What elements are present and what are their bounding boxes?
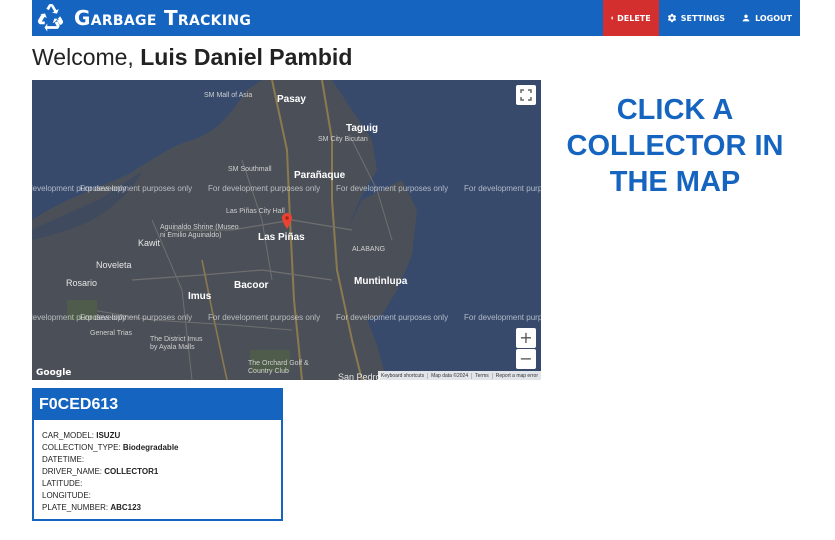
- map-label-bacoor: Bacoor: [234, 280, 269, 291]
- terms-link[interactable]: Terms: [471, 372, 492, 379]
- dev-watermark: For development purposes only: [464, 313, 541, 322]
- map-label-district-imus: The District Imus by Ayala Malls: [150, 336, 203, 351]
- field-key: PLATE_NUMBER:: [42, 503, 109, 512]
- field-longitude: LONGITUDE:: [42, 490, 281, 502]
- fullscreen-icon: [520, 89, 532, 101]
- field-plate-number: PLATE_NUMBER: ABC123: [42, 502, 281, 514]
- map-label-general-trias: General Trias: [90, 330, 133, 337]
- field-value: ISUZU: [96, 431, 121, 440]
- map-label-sm-southmall: SM Southmall: [228, 166, 272, 173]
- field-value: COLLECTOR1: [104, 467, 159, 476]
- dev-watermark: For development purposes only: [80, 313, 193, 322]
- map-label-noveleta: Noveleta: [96, 260, 132, 270]
- map-label-las-pinas: Las Piñas: [258, 232, 305, 243]
- brand[interactable]: Garbage Tracking: [36, 3, 251, 33]
- field-key: DRIVER_NAME:: [42, 467, 103, 476]
- delete-button[interactable]: DELETE: [602, 0, 659, 36]
- map-label-rosario: Rosario: [66, 278, 98, 288]
- map-label-orchard: The Orchard Golf & Country Club: [248, 360, 309, 375]
- dev-watermark: For development purposes only: [464, 184, 541, 193]
- welcome-prefix: Welcome,: [32, 44, 134, 70]
- collector-map[interactable]: For development purposes only For develo…: [32, 80, 541, 380]
- zoom-in-button[interactable]: +: [516, 328, 536, 348]
- recycle-icon: [37, 4, 64, 32]
- map-label-aguinaldo: Aguinaldo Shrine (Museo ni Emilio Aguina…: [160, 224, 239, 239]
- logout-button[interactable]: LOGOUT: [733, 0, 800, 36]
- map-label-imus: Imus: [188, 291, 212, 302]
- logout-label: LOGOUT: [755, 13, 792, 23]
- keyboard-shortcuts-link[interactable]: Keyboard shortcuts: [378, 373, 427, 379]
- welcome-heading: Welcome, Luis Daniel Pambid: [32, 44, 352, 71]
- map-pin-icon[interactable]: [282, 213, 292, 229]
- delete-label: DELETE: [617, 13, 651, 23]
- map-label-sm-mall: SM Mall of Asia: [204, 92, 253, 99]
- settings-label: SETTINGS: [680, 13, 726, 23]
- settings-button[interactable]: SETTINGS: [659, 0, 733, 36]
- dev-watermark: For development purposes only: [336, 313, 449, 322]
- zoom-out-button[interactable]: −: [516, 349, 536, 369]
- field-collection-type: COLLECTION_TYPE: Biodegradable: [42, 442, 281, 454]
- map-data-text: Map data ©2024: [427, 372, 471, 379]
- field-key: LONGITUDE:: [42, 491, 91, 500]
- field-value: Biodegradable: [122, 443, 179, 452]
- dev-watermark: For development purposes only: [208, 184, 321, 193]
- select-collector-prompt: CLICK A COLLECTOR IN THE MAP: [566, 94, 784, 198]
- report-error-link[interactable]: Report a map error: [491, 372, 541, 379]
- nav-actions: DELETE SETTINGS LOGOUT: [602, 0, 800, 36]
- person-icon: [742, 14, 750, 22]
- map-label-taguig: Taguig: [346, 123, 379, 134]
- gear-icon: [667, 13, 676, 23]
- trash-icon: [610, 16, 613, 20]
- top-navbar: Garbage Tracking DELETE SETTINGS LOGOUT: [32, 0, 800, 36]
- field-key: LATITUDE:: [42, 479, 83, 488]
- dev-watermark: For development purposes only: [336, 184, 449, 193]
- map-label-kawit: Kawit: [138, 238, 161, 248]
- user-name: Luis Daniel Pambid: [140, 44, 353, 70]
- field-value: ABC123: [110, 503, 142, 512]
- map-label-san-pedro: San Pedro: [338, 372, 381, 380]
- field-key: CAR_MODEL:: [42, 431, 95, 440]
- map-label-paranaque: Parañaque: [294, 170, 346, 181]
- dev-watermark: For development purposes only: [80, 184, 193, 193]
- field-driver-name: DRIVER_NAME: COLLECTOR1: [42, 466, 281, 478]
- app-title: Garbage Tracking: [74, 6, 252, 30]
- map-label-pasay: Pasay: [277, 94, 306, 105]
- map-label-las-pinas-city-hall: Las Piñas City Hall: [226, 208, 285, 215]
- field-latitude: LATITUDE:: [42, 478, 281, 490]
- collector-details: CAR_MODEL: ISUZU COLLECTION_TYPE: Biodeg…: [34, 420, 281, 514]
- map-attribution: Keyboard shortcuts Map data ©2024 Terms …: [377, 371, 541, 380]
- collector-card: F0CED613 CAR_MODEL: ISUZU COLLECTION_TYP…: [32, 388, 283, 521]
- map-label-alabang: ALABANG: [352, 246, 386, 253]
- google-logo: Google: [36, 368, 72, 378]
- map-label-muntinlupa: Muntinlupa: [354, 276, 408, 287]
- field-car-model: CAR_MODEL: ISUZU: [42, 430, 281, 442]
- field-key: COLLECTION_TYPE:: [42, 443, 121, 452]
- map-label-sm-city-bicutan: SM City Bicutan: [318, 136, 368, 143]
- fullscreen-button[interactable]: [516, 85, 536, 105]
- dev-watermark: For development purposes only: [208, 313, 321, 322]
- collector-id: F0CED613: [34, 390, 281, 420]
- field-datetime: DATETIME:: [42, 454, 281, 466]
- field-key: DATETIME:: [42, 455, 85, 464]
